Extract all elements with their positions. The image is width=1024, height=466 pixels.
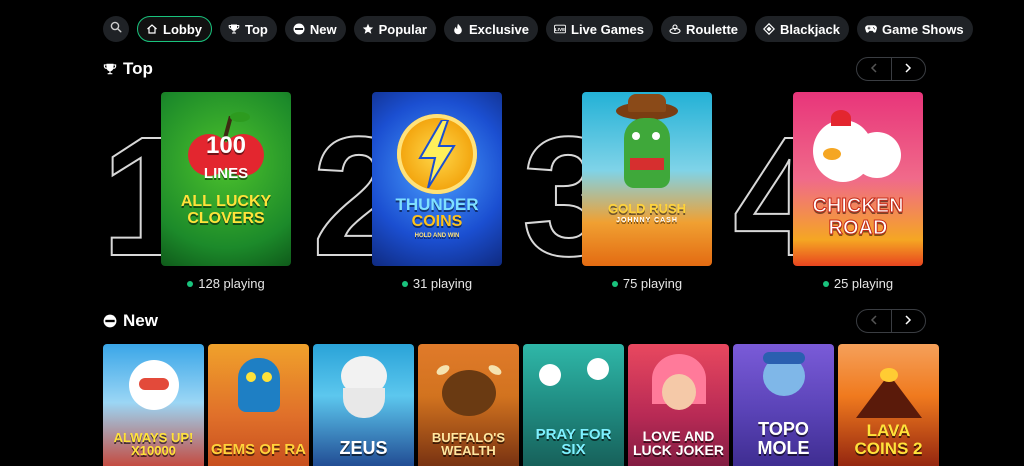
playing-count: 75 playing [582,276,712,291]
category-chip-label: Blackjack [780,21,840,37]
playing-count: 128 playing [161,276,291,291]
game-card[interactable]: TOPO MOLE [733,344,834,466]
chevron-left-icon [870,312,878,330]
category-chip-label: Roulette [686,21,738,37]
roulette-icon [669,23,681,35]
online-dot-icon [822,280,829,287]
new-section-header: New [103,311,158,331]
chevron-right-icon [904,60,912,78]
trophy-icon [103,62,117,76]
game-card[interactable]: PRAY FOR SIX [523,344,624,466]
game-title: LAVA COINS 2 [854,421,923,459]
game-title: PRAY FOR SIX [535,425,612,459]
game-title-line2: ROAD [828,217,888,239]
category-chip-label: New [309,21,337,37]
category-chip-label: Top [245,21,268,37]
gamepad-icon [865,23,877,35]
home-icon [146,23,158,35]
game-title-line1: GOLD RUSH [608,201,686,216]
game-card[interactable]: ZEUS [313,344,414,466]
playing-count: 25 playing [793,276,923,291]
playing-text: 128 playing [198,276,265,291]
new-badge-icon [103,314,117,328]
game-card[interactable]: LAVA COINS 2 [838,344,939,466]
category-chip-label: Game Shows [882,21,964,37]
category-chip-new[interactable]: New [284,16,346,42]
playing-text: 31 playing [412,276,473,291]
new-badge-icon [293,23,305,35]
online-dot-icon [187,280,194,287]
live-icon: LIVE [554,23,566,35]
diamond-icon [763,23,775,35]
star-icon [362,23,374,35]
category-chip-label: Exclusive [469,21,529,37]
new-games-row: ALWAYS UP! X10000 GEMS OF RA ZEUS BUFFAL… [103,344,939,466]
category-chip-top[interactable]: Top [220,16,277,42]
section-title: Top [123,59,153,78]
game-title-line2: JOHNNY CASH [616,217,678,224]
game-title-line1: 100 [205,132,247,159]
chevron-left-icon [870,60,878,78]
game-title: GEMS OF RA [210,441,306,459]
playing-text: 75 playing [622,276,683,291]
game-card[interactable]: GEMS OF RA [208,344,309,466]
top-game-item: 4 CHICKEN ROAD 25 playing [732,92,993,292]
search-icon [110,20,122,38]
category-chip-live-games[interactable]: LIVE Live Games [546,16,653,42]
playing-count: 31 playing [372,276,502,291]
svg-text:LIVE: LIVE [555,27,565,32]
category-chip-label: Lobby [163,21,202,37]
section-title: New [123,311,158,330]
game-card[interactable]: THUNDER COINS HOLD AND WIN [372,92,502,266]
online-dot-icon [611,280,618,287]
chevron-right-icon [904,312,912,330]
top-carousel-nav [856,57,926,81]
search-button[interactable] [103,16,129,42]
game-title: LOVE AND LUCK JOKER [632,427,724,459]
category-chip-game-shows[interactable]: Game Shows [857,16,973,42]
trophy-icon [228,23,240,35]
game-title: BUFFALO'S WEALTH [431,429,506,459]
playing-text: 25 playing [833,276,894,291]
flame-icon [452,23,464,35]
game-title-line3: HOLD AND WIN [414,233,460,239]
game-card[interactable]: ALWAYS UP! X10000 [103,344,204,466]
game-card[interactable]: 100 LINES ALL LUCKY CLOVERS [161,92,291,266]
game-title: ALWAYS UP! X10000 [113,429,194,459]
category-chip-blackjack[interactable]: Blackjack [755,16,849,42]
game-card[interactable]: BUFFALO'S WEALTH [418,344,519,466]
next-button[interactable] [892,58,926,80]
game-title: ZEUS [339,438,388,459]
game-title-line2: COINS [411,213,463,230]
top-section-header: Top [103,59,153,79]
category-chip-roulette[interactable]: Roulette [661,16,747,42]
game-title-line1: CHICKEN [812,195,904,217]
game-title: TOPO MOLE [757,419,810,459]
game-card[interactable]: CHICKEN ROAD [793,92,923,266]
game-card[interactable]: LOVE AND LUCK JOKER [628,344,729,466]
online-dot-icon [401,280,408,287]
game-title-line1: THUNDER [395,195,479,214]
next-button[interactable] [892,310,926,332]
category-chip-label: Live Games [571,21,644,37]
category-chip-popular[interactable]: Popular [353,16,436,42]
new-carousel-nav [856,309,926,333]
previous-button[interactable] [857,58,892,80]
game-card[interactable]: GOLD RUSH JOHNNY CASH [582,92,712,266]
category-chip-exclusive[interactable]: Exclusive [444,16,538,42]
category-chip-lobby[interactable]: Lobby [137,16,212,42]
game-title-line3: ALL LUCKY CLOVERS [180,193,272,227]
game-title-line2: LINES [203,165,249,182]
category-bar: Lobby Top New Popular Exclusive LIVE Liv… [103,16,973,42]
category-chip-label: Popular [378,21,427,37]
previous-button[interactable] [857,310,892,332]
